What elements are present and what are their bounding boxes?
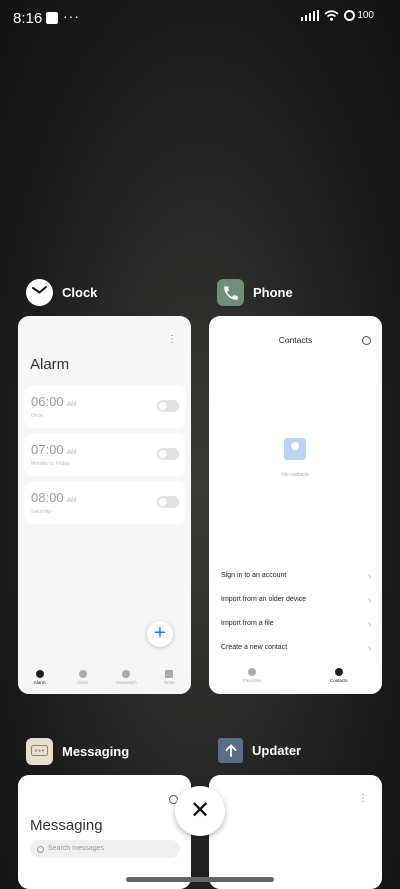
alarm-time: 08:00 (31, 490, 64, 505)
clock-tab-bar: Alarm Clock Stopwatch Timer (18, 666, 191, 694)
clock-app-header[interactable]: Clock (26, 279, 97, 306)
messaging-app-name: Messaging (62, 744, 130, 759)
tab-label: Contacts (329, 678, 348, 683)
contact-placeholder-icon (284, 438, 306, 460)
messaging-app-card[interactable]: Messaging Search messages (18, 775, 191, 889)
alarm-time: 07:00 (31, 442, 64, 457)
tab-label: Clock (77, 680, 89, 685)
alarm-ampm: AM (67, 450, 77, 456)
alarm-time: 06:00 (31, 394, 64, 409)
clock-app-name: Clock (62, 285, 98, 300)
more-notifications-icon: ··· (63, 8, 80, 24)
phone-app-card[interactable]: Contacts No contacts Sign in to an accou… (209, 316, 382, 694)
home-indicator[interactable] (126, 877, 274, 882)
updater-icon (218, 738, 243, 763)
updater-app-card[interactable]: ⋮ (209, 775, 382, 889)
battery-icon (344, 10, 356, 21)
more-options-icon: ⋮ (358, 793, 368, 804)
action-label: Import from a file (221, 620, 274, 627)
settings-icon[interactable] (362, 336, 371, 345)
create-contact-item[interactable]: Create a new contact › (221, 643, 371, 653)
hourglass-icon (165, 670, 174, 678)
more-options-icon: ⋮ (167, 334, 177, 345)
chevron-right-icon: › (368, 571, 371, 581)
notification-icon (46, 12, 58, 24)
wifi-icon (324, 10, 339, 21)
messaging-icon (26, 738, 53, 765)
tab-contacts[interactable]: Contacts (319, 664, 359, 694)
tab-label: Alarm (33, 680, 46, 685)
battery-level: 100 (357, 10, 374, 21)
tab-label: Stopwatch (115, 680, 137, 685)
alarm-toggle[interactable] (157, 400, 179, 412)
signal-icon (301, 10, 320, 21)
chevron-right-icon: › (368, 643, 371, 653)
import-older-device-item[interactable]: Import from an older device › (221, 595, 371, 605)
alarm-item[interactable]: 08:00 AM Saturday (24, 482, 186, 524)
action-label: Create a new contact (221, 644, 288, 651)
tab-label: Timer (163, 680, 176, 685)
updater-app-header[interactable]: Updater (218, 738, 301, 763)
chevron-right-icon: › (368, 595, 371, 605)
tab-favorites[interactable]: Favorites (232, 664, 272, 694)
clear-all-button[interactable]: ✕ (175, 786, 225, 836)
alarm-ampm: AM (67, 498, 77, 504)
alarm-toggle[interactable] (157, 448, 179, 460)
phone-app-header[interactable]: Phone (217, 279, 293, 306)
import-file-item[interactable]: Import from a file › (221, 619, 371, 629)
person-icon (334, 668, 343, 676)
alarm-item[interactable]: 07:00 AM Monday to Friday (24, 434, 186, 476)
clock-app-card[interactable]: ⋮ Alarm 06:00 AM Once 07:00 AM Monday to… (18, 316, 191, 694)
alarm-icon (35, 670, 44, 678)
alarm-repeat: Monday to Friday (31, 461, 70, 467)
tab-clock[interactable]: Clock (63, 666, 103, 694)
empty-contacts-text: No contacts (282, 472, 309, 478)
alarm-ampm: AM (67, 402, 77, 408)
alarm-title: Alarm (30, 356, 70, 373)
chevron-right-icon: › (368, 619, 371, 629)
add-alarm-button[interactable]: + (147, 621, 173, 647)
clock-tab-icon (78, 670, 87, 678)
sign-in-account-item[interactable]: Sign in to an account › (221, 571, 371, 581)
search-messages-input[interactable]: Search messages (30, 840, 180, 858)
status-bar: 8:16 ··· 100 (0, 0, 400, 36)
phone-tab-bar: Favorites Contacts (209, 664, 382, 694)
phone-tab-icon (248, 668, 257, 676)
action-label: Sign in to an account (221, 572, 287, 579)
tab-stopwatch[interactable]: Stopwatch (106, 666, 146, 694)
messaging-app-header[interactable]: Messaging (26, 738, 129, 765)
status-time: 8:16 (13, 10, 43, 27)
phone-app-name: Phone (253, 285, 293, 300)
alarm-repeat: Once (31, 413, 43, 419)
alarm-item[interactable]: 06:00 AM Once (24, 386, 186, 428)
tab-timer[interactable]: Timer (149, 666, 189, 694)
stopwatch-icon (122, 670, 131, 678)
tab-label: Favorites (242, 678, 262, 683)
updater-app-name: Updater (252, 743, 302, 758)
battery-indicator: 100 (344, 10, 374, 21)
phone-icon (217, 279, 244, 306)
alarm-repeat: Saturday (31, 509, 52, 515)
messaging-title: Messaging (30, 817, 103, 834)
alarm-toggle[interactable] (157, 496, 179, 508)
contacts-title: Contacts (278, 335, 313, 345)
clock-icon (26, 279, 53, 306)
action-label: Import from an older device (221, 596, 307, 603)
tab-alarm[interactable]: Alarm (20, 666, 60, 694)
